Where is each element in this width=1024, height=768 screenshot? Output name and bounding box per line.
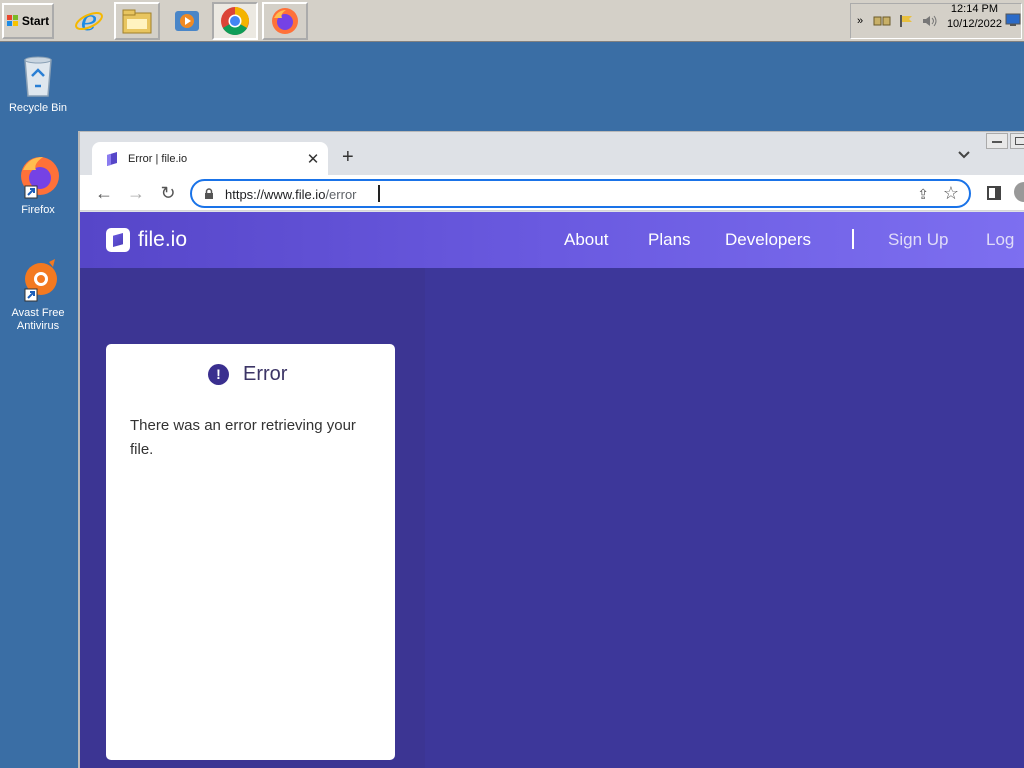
taskbar: Start e » 12:14 PM 10/12/2022: [0, 0, 1024, 42]
network-icon[interactable]: [873, 14, 891, 28]
clock-time: 12:14 PM: [950, 3, 999, 15]
folder-icon: [122, 9, 152, 34]
internet-explorer-icon: e: [75, 6, 103, 36]
nav-divider: [852, 229, 854, 249]
address-bar[interactable]: https://www.file.io/error ⇪ ☆: [190, 179, 971, 208]
clock-date: 10/12/2022: [946, 18, 1002, 30]
start-button[interactable]: Start: [2, 3, 54, 39]
share-icon[interactable]: ⇪: [917, 186, 929, 203]
clock[interactable]: 12:14 PM 10/12/2022: [947, 2, 1002, 32]
tab-search-chevron-icon[interactable]: [958, 148, 970, 162]
lock-icon[interactable]: [204, 188, 214, 199]
web-page: file.io About Plans Developers Sign Up L…: [80, 212, 1024, 768]
chrome-window: Error | file.io ✕ + ← → ↻ https://www.fi…: [78, 131, 1024, 768]
desktop-icon-avast[interactable]: Avast Free Antivirus: [4, 257, 72, 333]
recycle-bin-icon: [15, 52, 61, 98]
volume-icon[interactable]: [921, 14, 939, 28]
text-cursor: [378, 185, 380, 202]
windows-flag-icon: [6, 15, 19, 27]
desktop-icon-firefox[interactable]: Firefox: [4, 154, 72, 217]
tab-close-icon[interactable]: ✕: [304, 150, 322, 168]
tab-strip: Error | file.io ✕ +: [80, 132, 1024, 175]
nav-developers[interactable]: Developers: [725, 230, 811, 250]
desktop-icon-label: Recycle Bin: [8, 102, 68, 114]
error-card: ! Error There was an error retrieving yo…: [106, 344, 395, 760]
fileio-logo[interactable]: file.io: [106, 228, 187, 252]
side-panel-icon[interactable]: [987, 186, 1001, 200]
show-desktop-icon[interactable]: [1005, 13, 1021, 27]
fileio-logo-icon: [106, 228, 130, 252]
chrome-taskbar-button[interactable]: [212, 2, 258, 40]
profile-avatar[interactable]: [1014, 182, 1024, 202]
new-tab-button[interactable]: +: [342, 146, 354, 169]
bookmark-star-icon[interactable]: ☆: [943, 183, 959, 204]
nav-about[interactable]: About: [564, 230, 608, 250]
avast-icon: [15, 257, 61, 303]
svg-text:e: e: [81, 6, 98, 36]
error-title: Error: [243, 363, 288, 385]
page-background-panel: [425, 267, 1024, 768]
url-path: /error: [325, 187, 357, 202]
error-message: There was an error retrieving your file.: [130, 417, 356, 458]
error-card-title: ! Error: [208, 363, 287, 386]
desktop-icon-label: Avast Free Antivirus: [11, 307, 65, 332]
logo-text: file.io: [138, 228, 188, 251]
url-text: https://www.file.io/error: [225, 187, 357, 202]
nav-sign-up[interactable]: Sign Up: [888, 230, 948, 250]
browser-toolbar: ← → ↻ https://www.file.io/error ⇪ ☆: [80, 175, 1024, 211]
firefox-icon: [272, 8, 298, 34]
explorer-quicklaunch[interactable]: [114, 2, 160, 40]
chrome-icon: [221, 7, 249, 35]
start-label: Start: [21, 14, 50, 28]
site-header: file.io About Plans Developers Sign Up L…: [80, 212, 1024, 268]
media-player-icon: [175, 11, 199, 31]
internet-explorer-quicklaunch[interactable]: e: [66, 2, 112, 40]
firefox-taskbar-button[interactable]: [262, 2, 308, 40]
action-center-flag-icon[interactable]: [897, 14, 915, 28]
firefox-icon: [15, 154, 61, 200]
back-button[interactable]: ←: [92, 181, 116, 205]
tab-error-fileio[interactable]: Error | file.io ✕: [92, 142, 328, 175]
nav-plans[interactable]: Plans: [648, 230, 691, 250]
url-host: https://www.file.io: [225, 187, 326, 202]
desktop-icon-recycle-bin[interactable]: Recycle Bin: [4, 52, 72, 115]
nav-log-in[interactable]: Log: [986, 230, 1014, 250]
fileio-favicon-icon: [107, 151, 117, 166]
reload-button[interactable]: ↻: [156, 181, 180, 205]
forward-button[interactable]: →: [124, 181, 148, 205]
desktop-icon-label: Firefox: [21, 204, 55, 216]
error-icon: !: [208, 364, 229, 385]
media-player-quicklaunch[interactable]: [164, 2, 210, 40]
tab-title: Error | file.io: [128, 152, 188, 165]
tray-expand-chevron-icon[interactable]: »: [853, 15, 867, 27]
